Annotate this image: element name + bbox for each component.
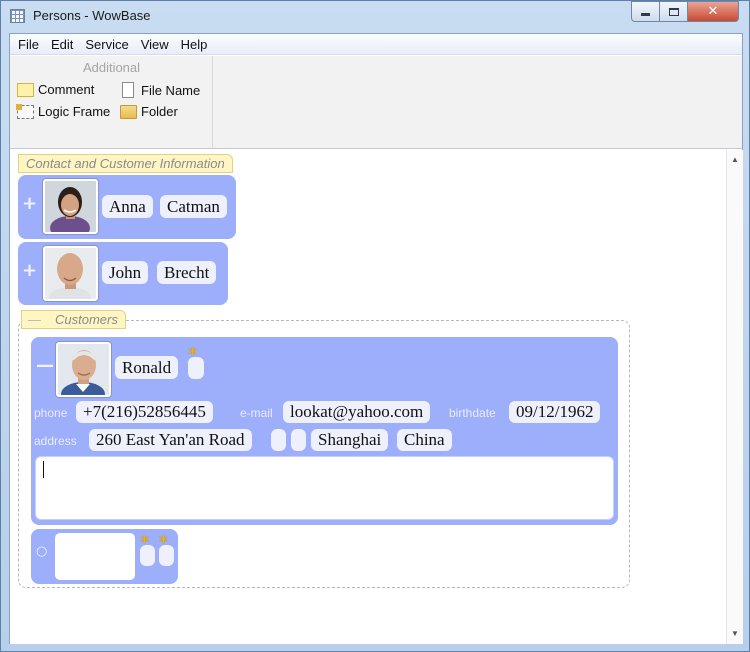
new-customer-card[interactable]: ○ * * [31, 529, 178, 584]
maximize-icon [668, 7, 679, 16]
expand-button[interactable]: + [22, 193, 37, 214]
city-field[interactable]: Shanghai [311, 429, 389, 451]
close-button[interactable]: ✕ [687, 1, 739, 22]
document-canvas[interactable]: Contact and Customer Information + Anna … [10, 150, 726, 644]
menu-view[interactable]: View [135, 36, 175, 53]
ribbon-group-additional: Additional Comment File Name Logic Frame… [10, 56, 213, 149]
minimize-icon [641, 13, 650, 16]
new-record-circle-icon[interactable]: ○ [36, 544, 47, 559]
birthdate-field[interactable]: 09/12/1962 [509, 401, 601, 423]
comment-label: Comment [38, 82, 95, 97]
person-card-john[interactable]: + John Brecht [18, 242, 228, 305]
avatar-anna[interactable] [43, 179, 98, 234]
toolbar-ribbon: Additional Comment File Name Logic Frame… [10, 56, 742, 149]
person-card-anna[interactable]: + Anna Catman [18, 175, 236, 239]
logic-frame-icon [16, 103, 34, 119]
file-name-label: File Name [141, 82, 201, 98]
logic-frame-button[interactable]: Logic Frame [16, 103, 111, 119]
file-name-button[interactable]: File Name [120, 82, 200, 98]
text-caret [43, 461, 44, 478]
folder-label: Folder [141, 104, 178, 119]
menu-help[interactable]: Help [175, 36, 214, 53]
zip-field-empty[interactable] [291, 429, 306, 451]
email-label: e-mail [240, 406, 273, 420]
last-name-field[interactable]: Catman [160, 195, 227, 218]
customer-card-ronald[interactable]: — Ronald * phone +7(216)52856445 e-mail … [31, 337, 618, 525]
address-label: address [34, 434, 77, 448]
phone-field[interactable]: +7(216)52856445 [76, 401, 213, 423]
menu-edit[interactable]: Edit [45, 36, 79, 53]
app-grid-icon [10, 9, 25, 23]
address-line-field-empty[interactable] [271, 429, 286, 451]
avatar-image [45, 181, 96, 232]
email-field[interactable]: lookat@yahoo.com [283, 401, 431, 423]
menu-service[interactable]: Service [79, 36, 134, 53]
notes-textarea[interactable] [35, 456, 614, 520]
comment-button[interactable]: Comment [17, 82, 94, 97]
customers-label[interactable]: — Customers [21, 310, 126, 329]
vertical-scrollbar[interactable]: ▲ ▼ [726, 150, 743, 644]
collapse-icon[interactable]: — [28, 312, 41, 327]
first-name-field[interactable]: Anna [102, 195, 153, 218]
maximize-button[interactable] [659, 1, 688, 22]
title-bar[interactable]: Persons - WowBase ✕ [1, 1, 749, 31]
logic-frame-label: Logic Frame [38, 104, 111, 119]
comment-icon [17, 82, 34, 97]
app-window: Persons - WowBase ✕ File Edit Service Vi… [0, 0, 750, 652]
required-star-icon: * [188, 344, 197, 365]
minimize-button[interactable] [631, 1, 660, 22]
folder-button[interactable]: Folder [120, 104, 178, 119]
folder-icon [120, 104, 137, 119]
country-field[interactable]: China [397, 429, 452, 451]
close-icon: ✕ [707, 4, 719, 19]
avatar-john[interactable] [43, 246, 98, 301]
required-star-icon: * [140, 532, 149, 553]
ribbon-group-title: Additional [82, 60, 141, 75]
customers-label-text: Customers [55, 312, 118, 327]
photo-placeholder[interactable] [55, 533, 135, 580]
birthdate-label: birthdate [449, 406, 496, 420]
scroll-up-icon[interactable]: ▲ [727, 152, 743, 168]
section-label[interactable]: Contact and Customer Information [18, 154, 233, 173]
avatar-ronald[interactable] [56, 342, 111, 397]
avatar-image [45, 248, 96, 299]
avatar-image [58, 344, 109, 395]
expand-button[interactable]: + [22, 260, 37, 281]
file-icon [122, 82, 134, 98]
collapse-button[interactable]: — [36, 355, 54, 376]
window-title: Persons - WowBase [33, 8, 151, 23]
first-name-field[interactable]: Ronald [115, 356, 179, 379]
street-field[interactable]: 260 East Yan'an Road [89, 429, 252, 451]
client-area: File Edit Service View Help Additional C… [9, 33, 743, 644]
phone-label: phone [34, 406, 68, 420]
last-name-field[interactable]: Brecht [157, 261, 217, 284]
menu-bar: File Edit Service View Help [10, 34, 742, 55]
first-name-field[interactable]: John [102, 261, 149, 284]
required-star-icon: * [159, 532, 168, 553]
scroll-down-icon[interactable]: ▼ [727, 626, 743, 642]
menu-file[interactable]: File [12, 36, 45, 53]
